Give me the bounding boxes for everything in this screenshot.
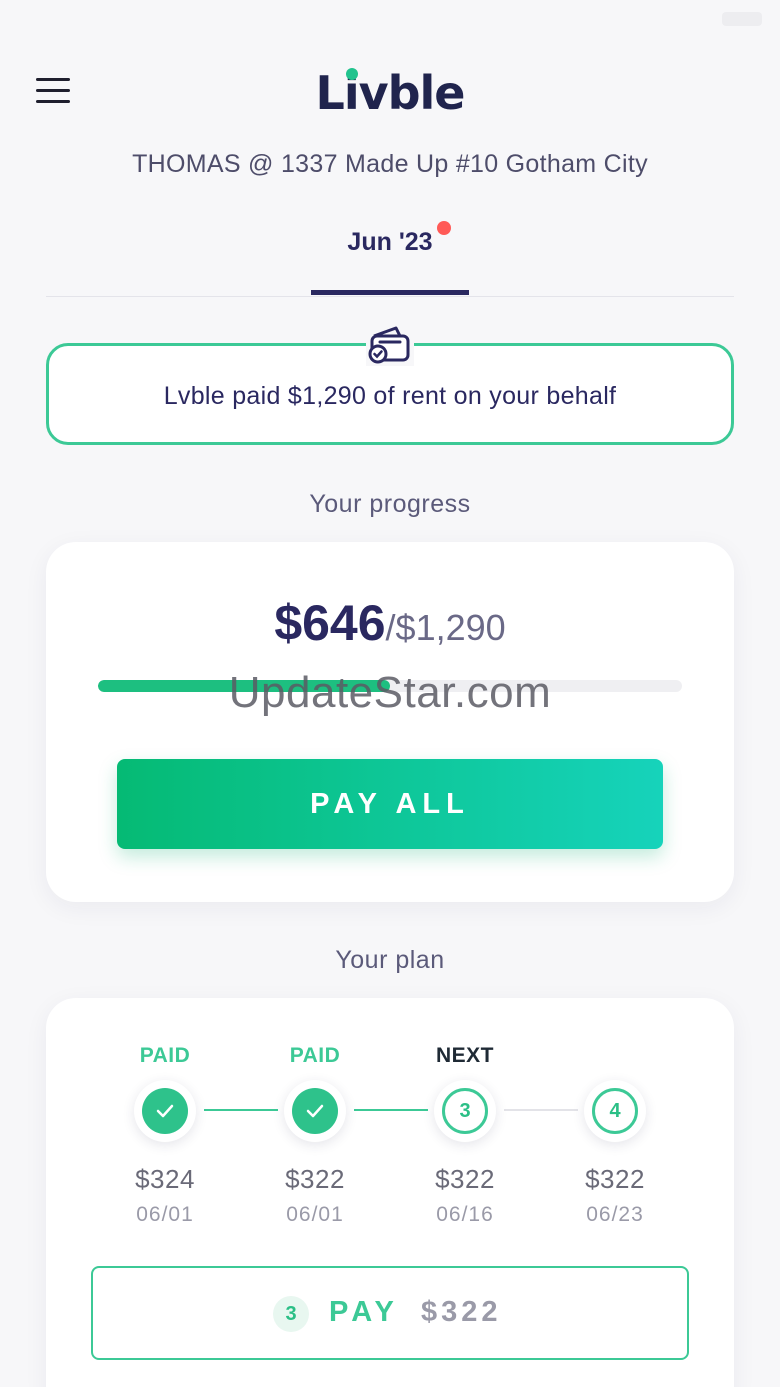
pay-next-installment-button[interactable]: 3 PAY $322: [91, 1266, 689, 1360]
step-amount: $322: [285, 1164, 345, 1194]
total-amount: /$1,290: [385, 607, 506, 648]
wallet-check-icon: [366, 322, 414, 366]
plan-step-4-details: $322 06/23: [540, 1164, 690, 1227]
step-number-3: 3: [442, 1088, 488, 1134]
check-icon: [142, 1088, 188, 1134]
logo: Livble: [0, 66, 780, 120]
connector-1-2: [204, 1109, 278, 1111]
step-amount: $322: [585, 1164, 645, 1194]
progress-section-title: Your progress: [309, 490, 471, 518]
step-date: 06/01: [286, 1203, 344, 1226]
notification-dot: [437, 221, 451, 235]
step-status: PAID: [289, 1044, 341, 1067]
progress-card: $646/$1,290 UpdateStar.com PAY ALL: [46, 542, 734, 902]
step-date: 06/16: [436, 1203, 494, 1226]
check-icon: [292, 1088, 338, 1134]
installment-number-badge: 3: [273, 1296, 309, 1332]
step-number-4: 4: [592, 1088, 638, 1134]
logo-text: Livble: [315, 66, 466, 120]
plan-step-3: NEXT: [390, 1044, 540, 1068]
plan-card: PAID $324 06/01 PAID $322 06/01 NEXT 3 $…: [46, 998, 734, 1387]
pay-amount: $322: [421, 1296, 502, 1328]
plan-step-1: PAID: [90, 1044, 240, 1068]
pay-label: PAY: [329, 1296, 399, 1328]
progress-amount: $646/$1,290: [46, 594, 734, 652]
step-amount: $322: [435, 1164, 495, 1194]
status-bar: [0, 0, 780, 40]
step-status: NEXT: [435, 1044, 494, 1067]
watermark-text: UpdateStar.com: [228, 668, 552, 717]
battery-icon: [722, 12, 762, 26]
plan-step-1-details: $324 06/01: [90, 1164, 240, 1227]
step-date: 06/23: [586, 1203, 644, 1226]
step-date: 06/01: [136, 1203, 194, 1226]
step-amount: $324: [135, 1164, 195, 1194]
connector-3-4: [504, 1109, 578, 1111]
connector-2-3: [354, 1109, 428, 1111]
notice-text: Lvble paid $1,290 of rent on your behalf: [163, 382, 617, 410]
step-status: PAID: [139, 1044, 191, 1067]
pay-all-button[interactable]: PAY ALL: [117, 759, 663, 849]
plan-step-2: PAID: [240, 1044, 390, 1068]
plan-section-title: Your plan: [335, 946, 445, 974]
plan-step-2-details: $322 06/01: [240, 1164, 390, 1227]
paid-amount: $646: [274, 595, 386, 651]
logo-dot: [345, 68, 358, 80]
tab-divider: [46, 296, 734, 297]
plan-step-3-details: $322 06/16: [390, 1164, 540, 1227]
tab-active-indicator: [311, 290, 469, 295]
property-address: THOMAS @ 1337 Made Up #10 Gotham City: [132, 150, 648, 178]
